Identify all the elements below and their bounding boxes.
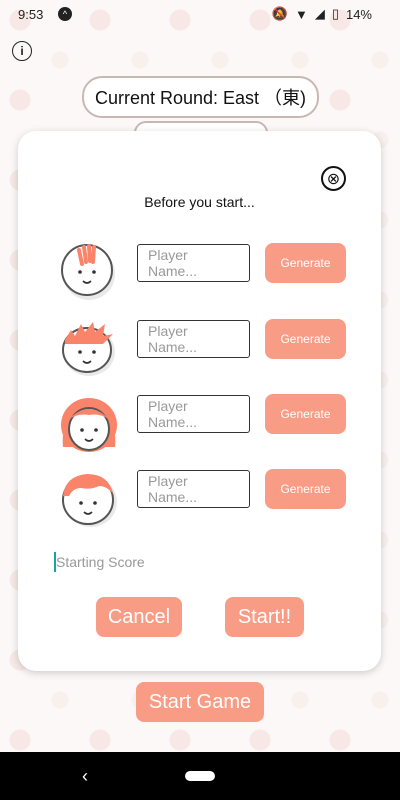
avatar-1-icon [61, 244, 115, 300]
current-round-indicator: Current Round: East （東) [82, 76, 319, 118]
status-time: 9:53 [18, 7, 44, 22]
avatar-4-icon [62, 474, 117, 527]
status-bar: 9:53 ^ 🔕 ▼ ◢ ▯ 14% [0, 0, 400, 30]
player-row: Player Name... Generate [18, 319, 381, 380]
system-nav-bar: ‹ [0, 752, 400, 800]
player-row: Player Name... Generate [18, 243, 381, 304]
player-row: Player Name... Generate [18, 394, 381, 455]
player-name-input[interactable]: Player Name... [137, 395, 250, 433]
info-icon[interactable]: i [12, 41, 32, 61]
status-icons: 🔕 ▼ ◢ ▯ 14% [272, 6, 372, 22]
close-icon[interactable]: ⊗ [321, 166, 346, 191]
generate-button[interactable]: Generate [265, 469, 346, 509]
avatar-2-icon [62, 322, 115, 376]
back-icon[interactable]: ‹ [82, 766, 88, 787]
generate-button[interactable]: Generate [265, 319, 346, 359]
notifications-off-icon: 🔕 [271, 6, 288, 21]
battery-icon: ▯ [331, 6, 339, 21]
dialog-title: Before you start... [144, 194, 255, 210]
signal-icon: ◢ [314, 6, 325, 21]
generate-button[interactable]: Generate [265, 394, 346, 434]
avatar-3-icon [61, 398, 117, 452]
expo-icon: ^ [58, 7, 72, 21]
player-row: Player Name... Generate [18, 469, 381, 530]
player-name-input[interactable]: Player Name... [137, 320, 250, 358]
setup-dialog: ⊗ Before you start... Player Name... Gen… [18, 131, 381, 671]
home-pill-icon[interactable] [185, 771, 215, 781]
player-name-input[interactable]: Player Name... [137, 244, 250, 282]
start-game-button[interactable]: Start Game [136, 682, 264, 722]
wifi-icon: ▼ [294, 6, 308, 22]
start-button[interactable]: Start!! [225, 597, 304, 637]
battery-percent: 14% [345, 6, 372, 22]
generate-button[interactable]: Generate [265, 243, 346, 283]
player-name-input[interactable]: Player Name... [137, 470, 250, 508]
starting-score-input[interactable]: Starting Score [54, 554, 145, 572]
cancel-button[interactable]: Cancel [96, 597, 182, 637]
